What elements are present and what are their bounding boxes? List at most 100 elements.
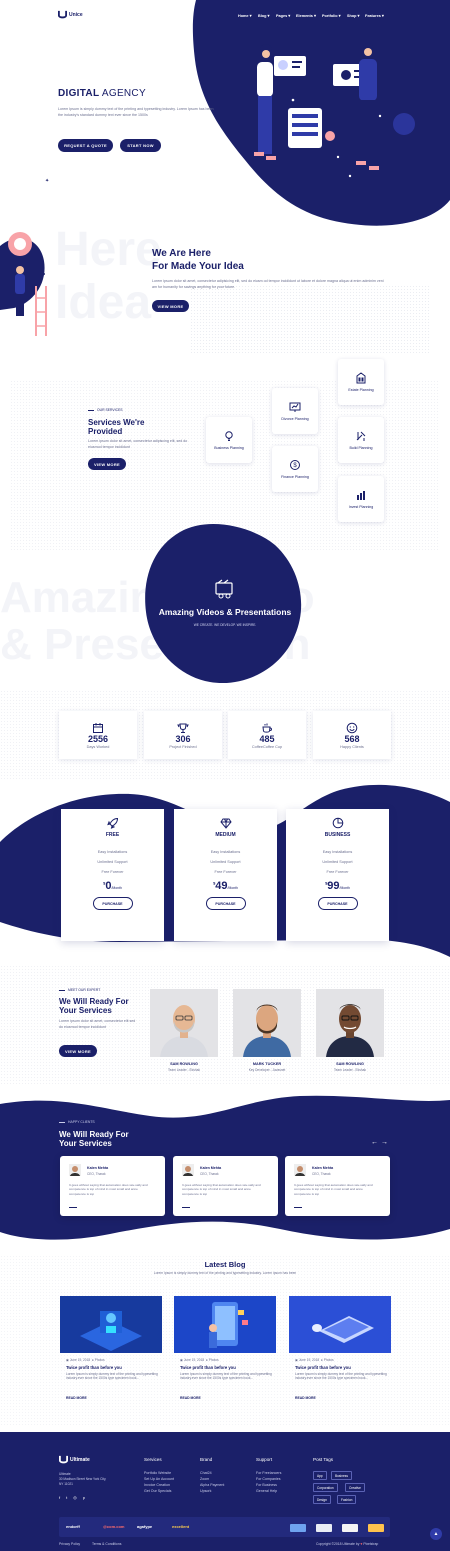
rocket-icon: [106, 817, 118, 829]
svg-text:$: $: [293, 463, 297, 469]
plan-business-price: $99/Month: [325, 880, 350, 892]
counter-coffee: 485 CoffeeCoffee Cup: [228, 711, 306, 759]
nav-portfolio[interactable]: Portfolio ▾: [322, 13, 341, 18]
video-camera-icon[interactable]: [214, 579, 236, 599]
plan-business-purchase-button[interactable]: PURCHASE: [317, 897, 358, 910]
nav-shop[interactable]: Shop ▾: [347, 13, 359, 18]
logo-icon: [58, 10, 67, 19]
footer-link[interactable]: Upsork: [200, 1489, 211, 1493]
footer-link[interactable]: Get Our Specials: [144, 1489, 171, 1493]
testimonials-next-arrow-icon[interactable]: →: [381, 1139, 388, 1146]
nav-shop-label: Shop: [347, 14, 357, 18]
service-invest-planning[interactable]: Invest Planning: [338, 476, 384, 522]
tag-design[interactable]: Design: [313, 1495, 331, 1504]
facebook-icon[interactable]: f: [59, 1495, 60, 1500]
footer-link[interactable]: For Business: [256, 1483, 277, 1487]
footer-link[interactable]: For Freelancers: [256, 1471, 281, 1475]
service-finance-planning[interactable]: $ Finance Planning: [272, 446, 318, 492]
blog-3-read-more[interactable]: READ MORE: [295, 1396, 316, 1400]
footer-link[interactable]: Zoom: [200, 1477, 209, 1481]
service-build-planning[interactable]: Build Planning: [338, 417, 384, 463]
back-to-top-button[interactable]: ▲: [430, 1528, 442, 1540]
request-quote-label: REQUEST A QUOTE: [64, 143, 107, 148]
hero-title-light: AGENCY: [101, 88, 146, 99]
blog-1-title[interactable]: Twice profit than before you: [66, 1365, 122, 1370]
nav-blog[interactable]: Blog ▾: [258, 13, 269, 18]
about-watermark-1: Here: [55, 223, 162, 276]
instagram-icon[interactable]: ◎: [73, 1495, 77, 1500]
plan-business-feature-3: Free Forever: [326, 870, 349, 874]
plan-medium-purchase-button[interactable]: PURCHASE: [205, 897, 246, 910]
footer-link[interactable]: Chat24: [200, 1471, 212, 1475]
footer-copyright-text: Copyright ©2018 Ultimate by: [316, 1542, 360, 1546]
nav-features[interactable]: Features ▾: [365, 13, 384, 18]
start-now-button[interactable]: START NOW: [120, 139, 161, 152]
counter-days: 2556 Days Worked: [59, 711, 137, 759]
footer-link[interactable]: Alpha Payment: [200, 1483, 224, 1487]
team-photo-1: [150, 989, 218, 1057]
twitter-icon[interactable]: t: [66, 1495, 67, 1500]
footer-privacy-link[interactable]: Privacy Policy: [59, 1542, 80, 1546]
pie-chart-icon: [332, 817, 343, 829]
footer-link[interactable]: Set Up An Account: [144, 1477, 174, 1481]
logo-text: Unice: [69, 11, 83, 18]
about-illustration: [0, 232, 47, 336]
tag-fashion[interactable]: Fashion: [337, 1495, 357, 1504]
building-icon: [356, 372, 366, 384]
blog-2-read-more[interactable]: READ MORE: [180, 1396, 201, 1400]
testimonial-text: It goes without saying that automation d…: [294, 1183, 373, 1196]
tag-corporation[interactable]: Corporation: [313, 1483, 338, 1492]
partner-logo-2: @com.com: [103, 1524, 125, 1529]
testimonial-name: Kalen Mehta: [87, 1166, 109, 1170]
footer-terms-link[interactable]: Terms & Conditions: [92, 1542, 121, 1546]
kicker-line: [59, 989, 65, 991]
partner-logo-1: endorff: [66, 1524, 80, 1529]
tag-business[interactable]: Business: [331, 1471, 352, 1480]
team-view-more-label: VIEW MORE: [64, 1048, 92, 1054]
tag-app[interactable]: App: [313, 1471, 327, 1480]
kicker-line: [59, 1121, 65, 1123]
blog-image-3[interactable]: [289, 1296, 391, 1353]
footer-link[interactable]: For Companies: [256, 1477, 281, 1481]
team-title-2: Your Services: [59, 1006, 112, 1015]
blog-image-2[interactable]: [174, 1296, 276, 1353]
team-kicker-label: MEET OUR EXPERT: [68, 988, 101, 992]
about-view-more-button[interactable]: VIEW MORE: [152, 300, 189, 312]
blog-subtitle: Lorem Ipsum is simply dummy text of the …: [153, 1271, 297, 1275]
nav-pages-label: Pages: [276, 14, 288, 18]
service-estate-planning[interactable]: Estate Planning: [338, 359, 384, 405]
plan-free-period: /Month: [111, 886, 122, 890]
plan-free-purchase-button[interactable]: PURCHASE: [92, 897, 133, 910]
counter-coffee-label: CoffeeCoffee Cup: [251, 744, 283, 749]
counter-clients-label: Happy Clients: [340, 744, 364, 749]
nav-home[interactable]: Home ▾: [238, 13, 252, 18]
blog-1-text: Lorem Ipsum is simply dummy text of the …: [66, 1372, 158, 1381]
logo[interactable]: Unice: [58, 10, 83, 19]
blog-1-read-more[interactable]: READ MORE: [66, 1396, 87, 1400]
footer-link[interactable]: Invoice Creation: [144, 1483, 170, 1487]
footer-logo[interactable]: Ultimate: [59, 1455, 90, 1464]
nav-pages[interactable]: Pages ▾: [276, 13, 290, 18]
pinterest-icon[interactable]: p: [83, 1495, 85, 1500]
request-quote-button[interactable]: REQUEST A QUOTE: [58, 139, 113, 152]
testimonial-card-2: Kalen Mehta CEO, Tharak It goes without …: [173, 1156, 278, 1216]
tag-creative[interactable]: Creative: [345, 1483, 365, 1492]
service-divorce-planning[interactable]: Divorce Planning: [272, 388, 318, 434]
nav-elements[interactable]: Elements ▾: [296, 13, 316, 18]
plan-medium-period: /Month: [227, 886, 238, 890]
service-business-planning[interactable]: Business Planning: [206, 417, 252, 463]
counter-clients: 568 Happy Clients: [313, 711, 391, 759]
blog-2-title[interactable]: Twice profit than before you: [180, 1365, 236, 1370]
hero-title: DIGITAL AGENCY: [58, 88, 146, 99]
about-view-more-label: VIEW MORE: [157, 303, 184, 309]
team-view-more-button[interactable]: VIEW MORE: [59, 1045, 97, 1057]
blog-1-category: Photos: [94, 1358, 105, 1362]
testimonial-name: Kalen Mehta: [312, 1166, 334, 1170]
footer-link[interactable]: General Help: [256, 1489, 277, 1493]
partner-logo-4: excellent: [172, 1524, 190, 1529]
blog-image-1[interactable]: [60, 1296, 162, 1353]
services-view-more-button[interactable]: VIEW MORE: [88, 458, 126, 470]
testimonials-prev-arrow-icon[interactable]: ←: [371, 1139, 378, 1146]
footer-link[interactable]: Portfolio Website: [144, 1471, 171, 1475]
blog-3-title[interactable]: Twice profit than before you: [295, 1365, 351, 1370]
